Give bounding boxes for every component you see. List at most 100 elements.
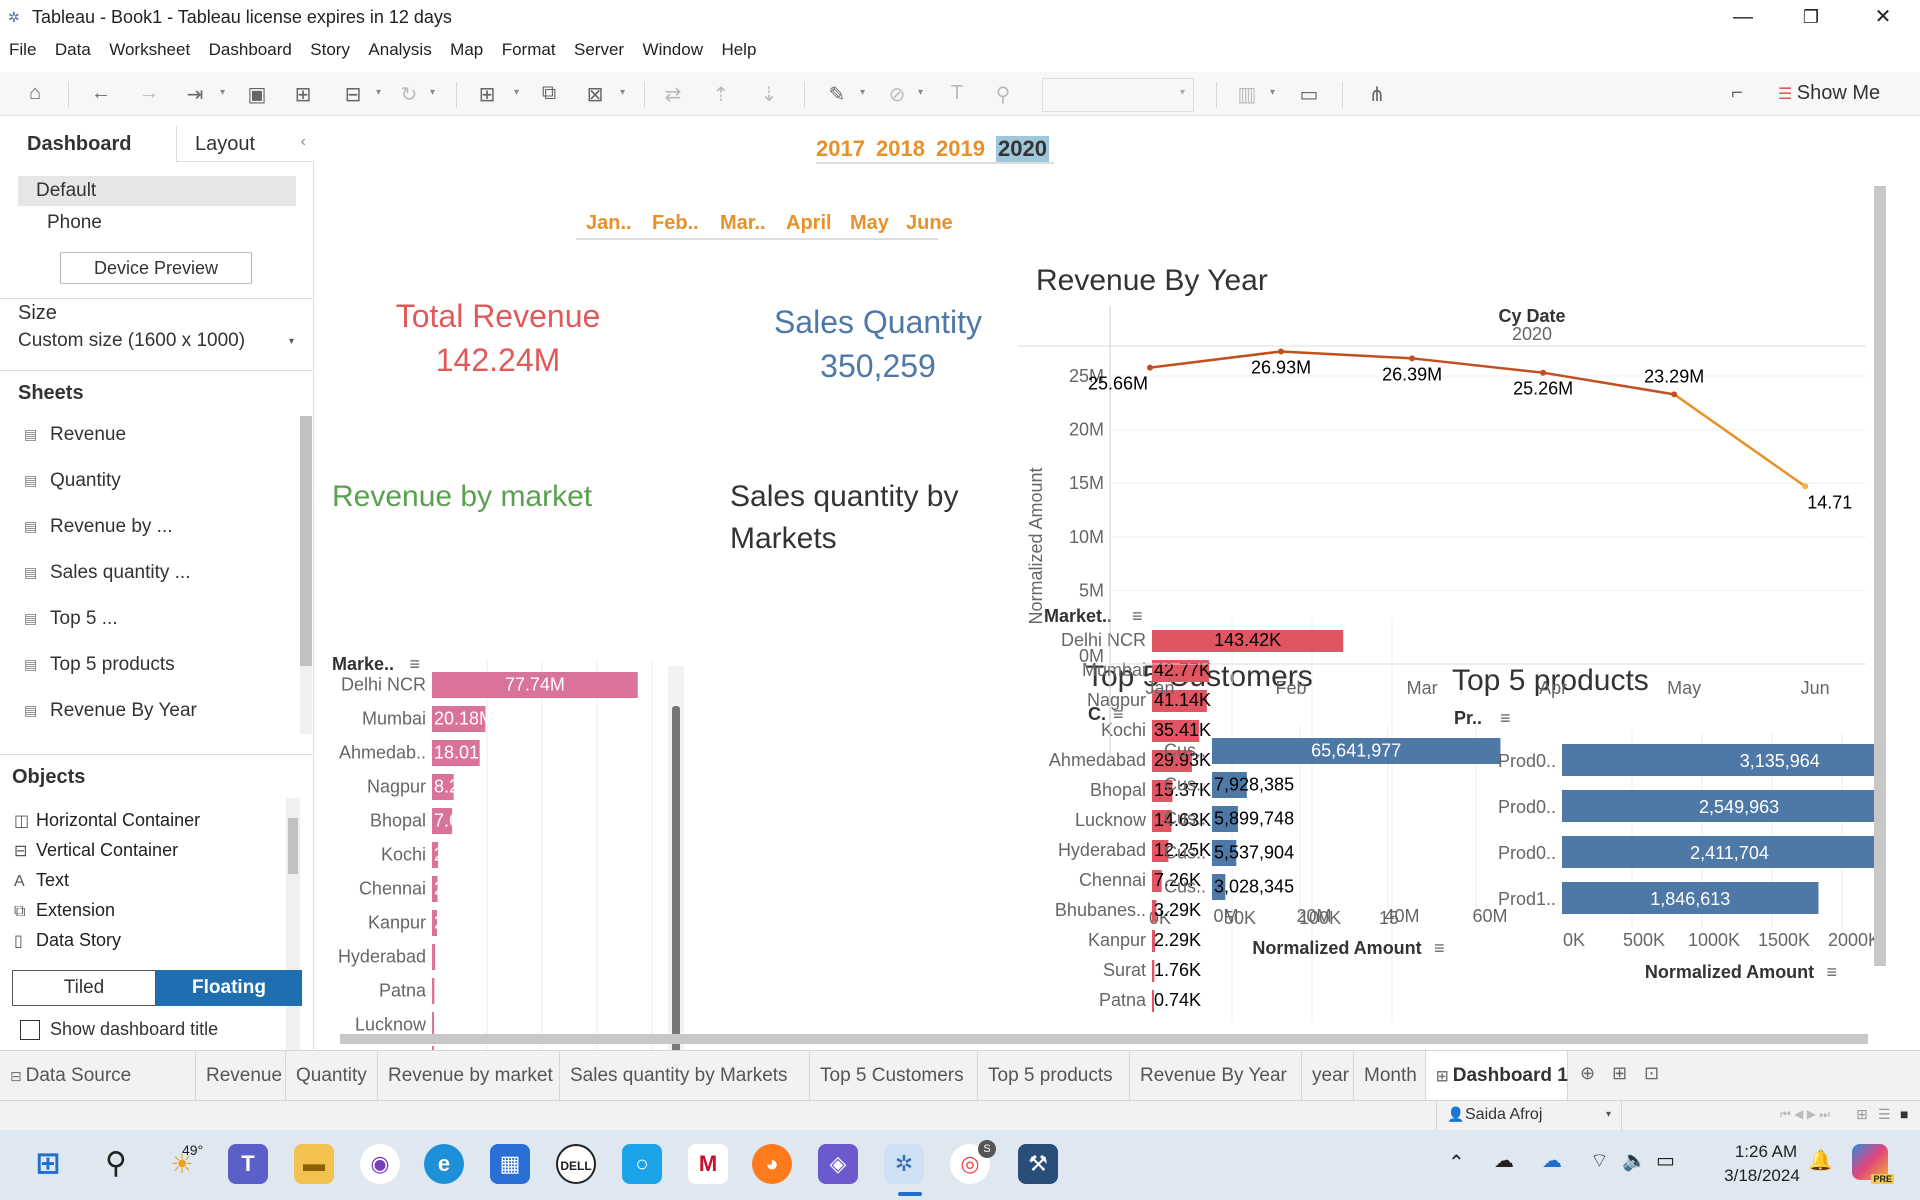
- home-icon[interactable]: ⌂: [22, 82, 48, 105]
- format-painter-icon[interactable]: ⌐: [1724, 82, 1750, 105]
- object-horizontal-container[interactable]: ◫ Horizontal Container: [14, 810, 200, 831]
- tab-year[interactable]: year: [1302, 1051, 1354, 1101]
- menu-analysis[interactable]: Analysis: [368, 36, 431, 60]
- month-mar[interactable]: Mar..: [720, 212, 766, 235]
- filmstrip-icon[interactable]: ■: [1900, 1106, 1908, 1122]
- canvas-hscroll-thumb[interactable]: [340, 1034, 1868, 1044]
- copilot-pre-icon[interactable]: PRE: [1852, 1144, 1894, 1184]
- month-filter[interactable]: Jan.. Feb.. Mar.. April May June: [576, 212, 953, 240]
- alexa-icon[interactable]: ○: [622, 1144, 662, 1184]
- new-story-icon[interactable]: ⊡: [1644, 1063, 1659, 1084]
- year-2018[interactable]: 2018: [876, 136, 925, 162]
- cloud-sync-icon[interactable]: ☁: [1542, 1148, 1562, 1173]
- close-button[interactable]: ✕: [1858, 3, 1908, 31]
- tab-revenue-by-year[interactable]: Revenue By Year: [1130, 1051, 1302, 1101]
- search-icon[interactable]: ⚲: [96, 1144, 136, 1184]
- duplicate-icon[interactable]: ⧉: [536, 82, 562, 105]
- file-explorer-icon[interactable]: ▬: [294, 1144, 334, 1184]
- sheet-item-top5-products[interactable]: ▤ Top 5 products: [24, 654, 175, 676]
- label-icon[interactable]: T: [944, 82, 970, 105]
- menu-help[interactable]: Help: [721, 36, 756, 60]
- tiled-button[interactable]: Tiled: [12, 970, 156, 1006]
- month-jan[interactable]: Jan..: [586, 212, 632, 235]
- onedrive-icon[interactable]: ☁: [1494, 1148, 1514, 1173]
- show-cards-icon[interactable]: ▥: [1234, 82, 1260, 107]
- refresh-icon[interactable]: ↻: [396, 82, 422, 107]
- device-phone[interactable]: Phone: [18, 208, 296, 238]
- floating-button[interactable]: Floating: [156, 970, 302, 1006]
- notification-bell-icon[interactable]: 🔔: [1808, 1148, 1833, 1173]
- presentation-icon[interactable]: ▭: [1296, 82, 1322, 107]
- redo-link-icon[interactable]: ⇥: [182, 82, 208, 107]
- save-icon[interactable]: ▣: [244, 82, 270, 107]
- store-icon[interactable]: ▦: [490, 1144, 530, 1184]
- show-title-checkbox[interactable]: [20, 1020, 40, 1040]
- collapse-icon[interactable]: ‹: [301, 133, 306, 151]
- firefox-icon[interactable]: ◕: [752, 1144, 792, 1184]
- tab-revenue-by-market[interactable]: Revenue by market: [378, 1051, 560, 1101]
- menu-window[interactable]: Window: [643, 36, 703, 60]
- grid-view-icon[interactable]: ⊞: [1856, 1106, 1868, 1123]
- menu-format[interactable]: Format: [502, 36, 556, 60]
- tab-sales-quantity-by-markets[interactable]: Sales quantity by Markets: [560, 1051, 810, 1101]
- device-preview-button[interactable]: Device Preview: [60, 252, 252, 284]
- chevron-up-icon[interactable]: ⌃: [1448, 1150, 1465, 1175]
- month-june[interactable]: June: [906, 212, 953, 235]
- tab-top5-customers[interactable]: Top 5 Customers: [810, 1051, 978, 1101]
- pin-icon[interactable]: ⚲: [990, 82, 1016, 107]
- year-2017[interactable]: 2017: [816, 136, 865, 162]
- menu-worksheet[interactable]: Worksheet: [109, 36, 190, 60]
- nav-arrows-icon[interactable]: ⏮ ◀ ▶ ⏭: [1780, 1107, 1830, 1122]
- year-2019[interactable]: 2019: [936, 136, 985, 162]
- pause-updates-icon[interactable]: ⊟: [340, 82, 366, 107]
- teams-icon[interactable]: T: [228, 1144, 268, 1184]
- month-april[interactable]: April: [786, 212, 832, 235]
- sort-asc-icon[interactable]: ⇡: [708, 82, 734, 107]
- sheet-item-sales-quantity[interactable]: ▤ Sales quantity ...: [24, 562, 190, 584]
- month-may[interactable]: May: [850, 212, 889, 235]
- sheet-item-revenue-by-year[interactable]: ▤ Revenue By Year: [24, 700, 197, 722]
- windows-start-icon[interactable]: ⊞: [28, 1144, 68, 1184]
- highlight-icon[interactable]: ✎: [824, 82, 850, 107]
- new-sheet-icon[interactable]: ⊕: [1580, 1063, 1595, 1084]
- back-icon[interactable]: ←: [88, 82, 114, 105]
- tab-revenue[interactable]: Revenue: [196, 1051, 286, 1101]
- share-icon[interactable]: ⋔: [1364, 82, 1390, 107]
- device-default[interactable]: Default: [18, 176, 296, 206]
- restore-button[interactable]: ❐: [1786, 3, 1836, 31]
- mcafee-icon[interactable]: M: [688, 1144, 728, 1184]
- tab-month[interactable]: Month: [1354, 1051, 1426, 1101]
- menu-server[interactable]: Server: [574, 36, 624, 60]
- new-worksheet-icon[interactable]: ⊞: [474, 82, 500, 107]
- user-menu[interactable]: 👤 Saida Afroj ▾: [1436, 1101, 1622, 1131]
- group-icon[interactable]: ⊘: [884, 82, 910, 107]
- month-feb[interactable]: Feb..: [652, 212, 699, 235]
- volume-icon[interactable]: 🔈: [1622, 1148, 1647, 1173]
- objects-scroll-thumb[interactable]: [288, 818, 298, 874]
- copilot-icon[interactable]: ◈: [818, 1144, 858, 1184]
- tab-data-source[interactable]: ⊟ Data Source: [0, 1051, 196, 1101]
- tab-dashboard-1[interactable]: ⊞ Dashboard 1: [1426, 1051, 1568, 1101]
- year-2020[interactable]: 2020: [996, 136, 1049, 162]
- tab-dashboard[interactable]: Dashboard: [0, 126, 176, 162]
- clock-time[interactable]: 1:26 AM: [1726, 1142, 1806, 1162]
- edge-icon[interactable]: e: [424, 1144, 464, 1184]
- app-icon[interactable]: ⚒: [1018, 1144, 1058, 1184]
- new-datasource-icon[interactable]: ⊞: [290, 82, 316, 107]
- fit-dropdown[interactable]: ▾: [1042, 78, 1194, 112]
- new-dashboard-icon[interactable]: ⊞: [1612, 1063, 1627, 1084]
- list-view-icon[interactable]: ☰: [1878, 1106, 1891, 1123]
- browser-icon[interactable]: ◉: [360, 1144, 400, 1184]
- tab-layout[interactable]: Layout ‹: [176, 126, 314, 162]
- menu-data[interactable]: Data: [55, 36, 91, 60]
- size-dropdown[interactable]: Custom size (1600 x 1000) ▾: [18, 330, 298, 360]
- sheet-item-top5[interactable]: ▤ Top 5 ...: [24, 608, 118, 630]
- object-extension[interactable]: ⧉ Extension: [14, 900, 115, 921]
- dell-icon[interactable]: DELL: [556, 1144, 596, 1184]
- clear-sheet-icon[interactable]: ⊠: [582, 82, 608, 107]
- sheet-item-quantity[interactable]: ▤ Quantity: [24, 470, 121, 492]
- tab-quantity[interactable]: Quantity: [286, 1051, 378, 1101]
- object-vertical-container[interactable]: ⊟ Vertical Container: [14, 840, 178, 861]
- canvas-vscroll-thumb[interactable]: [1874, 186, 1886, 966]
- battery-icon[interactable]: ▭: [1656, 1148, 1675, 1173]
